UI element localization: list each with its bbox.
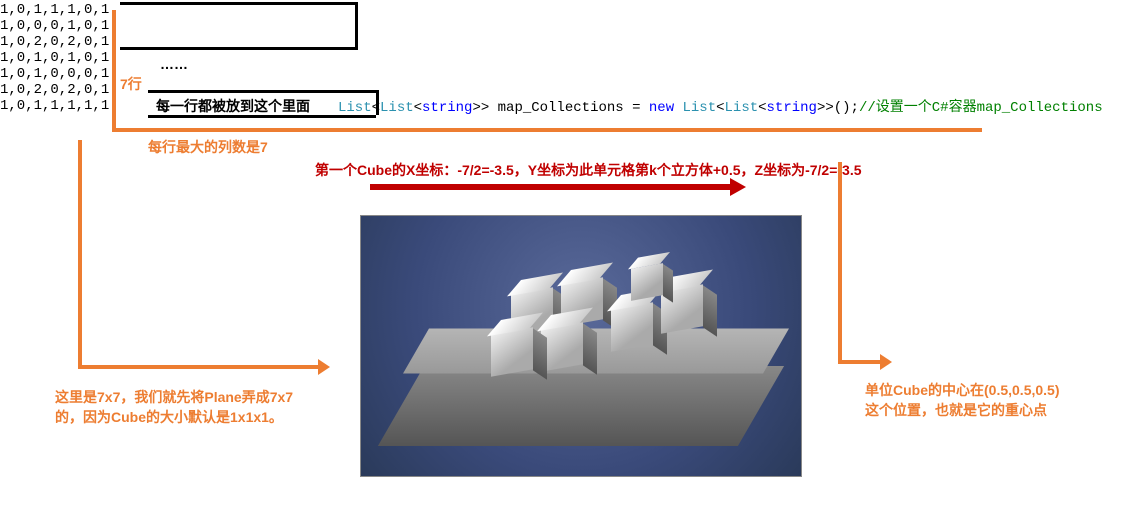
bracket-top-right	[355, 2, 358, 47]
orange-line-6	[838, 360, 880, 364]
orange-line-2	[112, 128, 982, 132]
red-arrow-head	[730, 178, 746, 196]
ellipsis: ……	[160, 56, 188, 72]
render-preview	[360, 215, 802, 477]
orange-arrow-left	[318, 359, 330, 375]
orange-line-3	[78, 140, 82, 368]
red-arrow-body	[370, 184, 730, 190]
orange-line-4	[78, 365, 318, 369]
bracket-bottom	[120, 47, 358, 50]
cube-shape	[611, 302, 653, 351]
cube-coordinate-text: 第一个Cube的X坐标：-7/2=-3.5，Y坐标为此单元格第k个立方体+0.5…	[315, 160, 862, 180]
code-line: List<List<string>> map_Collections = new…	[338, 80, 1103, 116]
cube-center-description: 单位Cube的中心在(0.5,0.5,0.5) 这个位置，也就是它的重心点	[865, 380, 1125, 420]
orange-arrow-right	[880, 354, 892, 370]
column-max-label: 每行最大的列数是7	[148, 137, 268, 157]
plane-description: 这里是7x7，我们就先将Plane弄成7x7 的，因为Cube的大小默认是1x1…	[55, 387, 345, 427]
cube-shape	[541, 322, 583, 371]
orange-line-1	[112, 10, 116, 130]
bracket-top	[120, 2, 358, 5]
cube-shape	[491, 327, 533, 376]
base-block	[378, 366, 784, 446]
orange-line-5	[838, 162, 842, 360]
row-count-label: 7行	[120, 74, 142, 94]
cube-shape	[631, 263, 663, 301]
map-data-rows: 1,0,1,1,1,0,1 1,0,0,0,1,0,1 1,0,2,0,2,0,…	[0, 2, 109, 114]
row-description: 每一行都被放到这个里面	[156, 96, 310, 116]
